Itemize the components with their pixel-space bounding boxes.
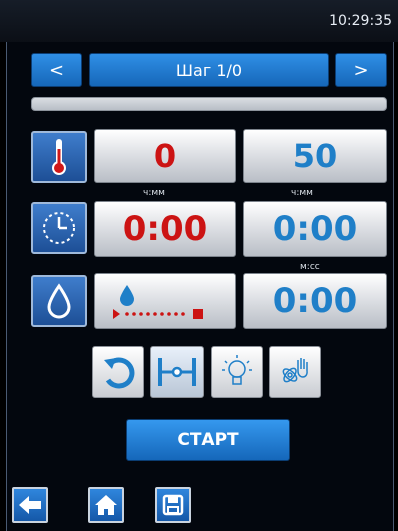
save-icon — [162, 494, 184, 516]
humidity-level-icon — [113, 285, 203, 319]
time-unit-right: ч:мм — [291, 188, 313, 198]
thermometer-icon — [52, 139, 66, 175]
step-progress-bar — [31, 97, 387, 111]
back-arrow-icon — [19, 496, 41, 514]
probe-button[interactable] — [150, 346, 204, 398]
temperature-actual[interactable]: 50 — [243, 129, 387, 183]
humidity-time-actual[interactable]: 0:00 — [243, 273, 387, 329]
prev-step-button[interactable]: < — [31, 53, 82, 87]
cycle-button[interactable] — [92, 346, 144, 398]
back-button[interactable] — [12, 487, 48, 523]
temperature-setpoint[interactable]: 0 — [94, 129, 236, 183]
humidity-mode-button[interactable] — [31, 275, 87, 327]
water-drop-icon — [47, 283, 71, 319]
clock-time: 10:29:35 — [329, 13, 392, 29]
time-unit-left: ч:мм — [143, 188, 165, 198]
home-icon — [95, 495, 117, 515]
start-button[interactable]: СТАРТ — [126, 419, 290, 461]
humidity-level-control[interactable] — [94, 273, 236, 329]
home-button[interactable] — [88, 487, 124, 523]
hand-fan-icon — [282, 358, 308, 383]
probe-icon — [158, 358, 196, 386]
time-setpoint[interactable]: 0:00 — [94, 201, 236, 257]
lightbulb-icon — [222, 355, 252, 385]
humidity-time-unit: м:сс — [300, 262, 320, 272]
status-bar: 10:29:35 — [0, 0, 398, 42]
light-button[interactable] — [211, 346, 263, 398]
cycle-icon — [104, 357, 135, 389]
clock-icon — [43, 212, 75, 244]
temperature-mode-button[interactable] — [31, 131, 87, 183]
save-button[interactable] — [155, 487, 191, 523]
next-step-button[interactable]: > — [335, 53, 387, 87]
fan-manual-button[interactable] — [269, 346, 321, 398]
time-mode-button[interactable] — [31, 202, 87, 254]
step-indicator[interactable]: Шаг 1/0 — [89, 53, 329, 87]
time-actual[interactable]: 0:00 — [243, 201, 387, 257]
